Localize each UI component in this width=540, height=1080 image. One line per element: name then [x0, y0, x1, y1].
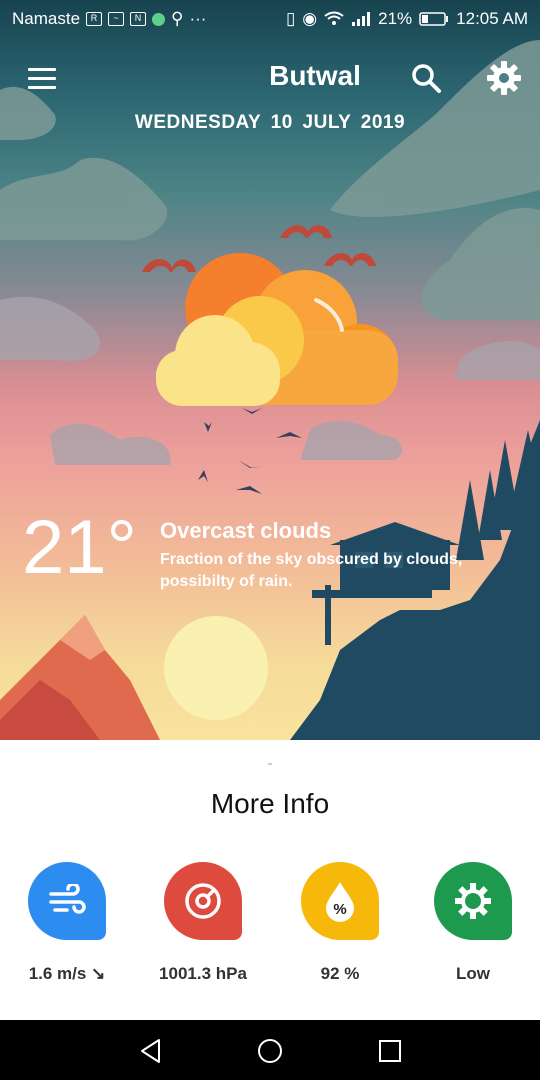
notification-icon: R [86, 12, 103, 26]
condition-title: Overcast clouds [160, 518, 332, 543]
more-info-sheet[interactable]: More Info 1.6 m/s ↘ 1001.3 hPa % 92 % Lo… [0, 740, 540, 1020]
condition-description: Fraction of the sky obscured by clouds, … [160, 551, 463, 590]
wind-icon [28, 862, 106, 940]
usb-icon: ⚲ [171, 9, 184, 28]
wifi-icon [324, 11, 344, 25]
recents-icon [379, 1040, 401, 1062]
recents-button[interactable] [375, 1036, 405, 1066]
wind-value: 1.6 m/s ↘ [28, 964, 106, 983]
battery-percent: 21% [378, 9, 413, 28]
uv-info[interactable]: Low [408, 862, 538, 984]
navigation-bar [0, 1020, 540, 1080]
vibrate-icon: ▯ [285, 9, 296, 28]
svg-text:%: % [333, 901, 346, 918]
search-button[interactable] [410, 62, 442, 94]
back-button[interactable] [136, 1036, 166, 1066]
humidity-info[interactable]: % 92 % [275, 862, 405, 984]
cloud-illustration [156, 253, 398, 406]
gear-icon [487, 61, 521, 95]
home-icon [258, 1039, 282, 1063]
pressure-value: 1001.3 hPa [159, 964, 247, 983]
uv-icon [434, 862, 512, 940]
date-label: WEDNESDAY 10 JULY 2019 [134, 112, 406, 133]
humidity-icon: % [301, 862, 379, 940]
more-info-title: More Info [210, 788, 330, 819]
humidity-value: 92 % [320, 964, 360, 983]
temperature-value: 21° [22, 505, 137, 590]
eye-icon: ◉ [302, 9, 318, 28]
home-button[interactable] [255, 1036, 285, 1066]
status-bar: Namaste R ~ N ⚲ ··· ▯ ◉ 21% 12:05 AM [0, 0, 540, 38]
city-title: Butwal [269, 60, 361, 91]
carrier-name: Namaste [12, 9, 81, 28]
activity-icon: ~ [108, 12, 125, 26]
signal-icon [352, 12, 371, 26]
weather-hero [0, 0, 540, 740]
battery-icon [419, 12, 449, 26]
settings-button[interactable] [486, 60, 522, 96]
uv-value: Low [456, 964, 490, 983]
weather-illustration [0, 40, 540, 740]
more-notifications-icon: ··· [189, 9, 207, 28]
search-icon [412, 64, 441, 93]
app-notification-icon: N [130, 12, 147, 26]
pressure-info[interactable]: 1001.3 hPa [138, 862, 268, 984]
clock: 12:05 AM [456, 9, 528, 28]
sheet-handle[interactable] [268, 763, 272, 765]
globe-icon [152, 12, 166, 26]
back-icon [141, 1039, 160, 1063]
pressure-icon [164, 862, 242, 940]
wind-info[interactable]: 1.6 m/s ↘ [2, 862, 132, 984]
